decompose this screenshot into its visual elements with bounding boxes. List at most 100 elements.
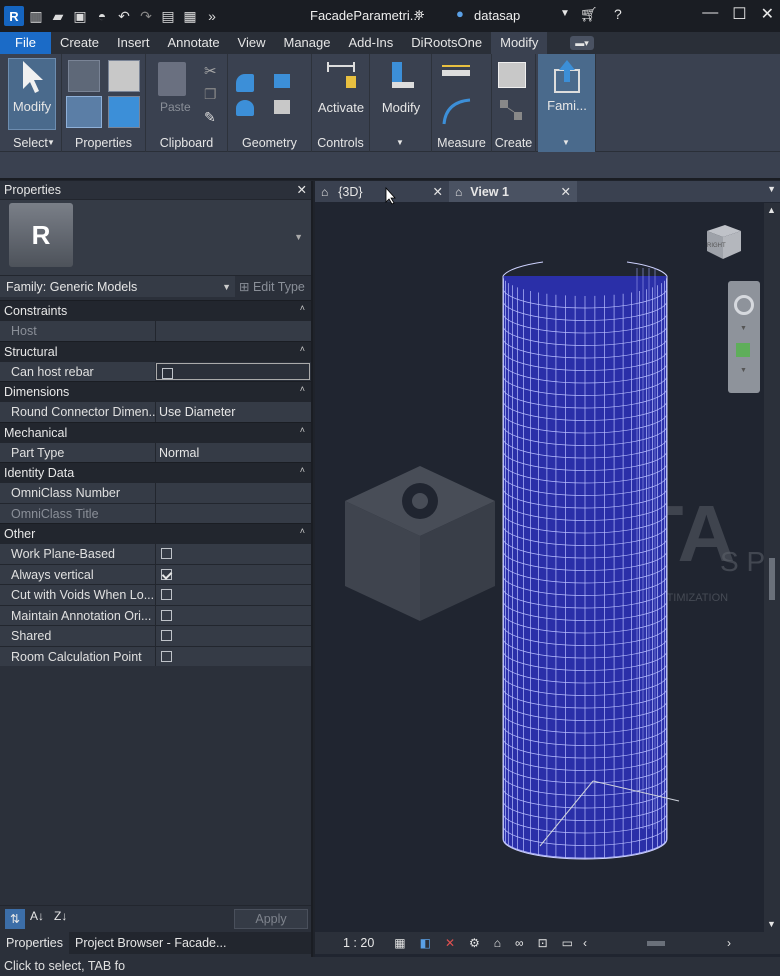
tab-overflow-icon[interactable]: ▼	[767, 184, 776, 194]
aligned-dimension-icon[interactable]	[440, 96, 476, 126]
property-value[interactable]	[155, 646, 311, 666]
view-cube[interactable]: RIGHT	[703, 221, 743, 261]
category-3[interactable]: Mechanical ˄	[0, 421, 311, 442]
close-window-icon[interactable]: ✕	[761, 4, 774, 24]
maximize-icon[interactable]: ☐	[732, 4, 746, 24]
property-row[interactable]: Round Connector Dimen... Use Diameter	[0, 401, 311, 422]
modify-dropdown-icon[interactable]: ▼	[396, 138, 404, 147]
reveal-hidden-icon[interactable]: ▭	[562, 936, 573, 950]
undo-icon[interactable]: ↶	[114, 6, 134, 26]
select-dropdown-icon[interactable]: ▼	[47, 138, 55, 147]
temporary-hide-icon[interactable]: ∞	[515, 936, 524, 950]
modify-button[interactable]: Modify	[376, 60, 426, 115]
close-tab-view1-icon[interactable]: ✕	[561, 184, 571, 199]
detail-level-icon[interactable]: ▦	[394, 936, 405, 950]
cope-icon[interactable]	[236, 74, 254, 92]
join-icon[interactable]	[236, 100, 254, 116]
property-value[interactable]	[155, 544, 311, 564]
property-checkbox[interactable]	[161, 609, 172, 621]
property-row[interactable]: Cut with Voids When Lo...	[0, 584, 311, 605]
property-row[interactable]: Maintain Annotation Ori...	[0, 604, 311, 625]
view-canvas[interactable]: DATA S P DATA, BIM & PROCESS OPTIMIZATIO…	[315, 181, 780, 957]
close-tab-3d-icon[interactable]: ✕	[433, 184, 443, 199]
property-value[interactable]	[155, 605, 311, 625]
help-icon[interactable]: ?	[614, 6, 622, 22]
match-properties-icon[interactable]: ✎	[204, 109, 216, 126]
ribbon-toggle-icon[interactable]: ▬▾	[570, 36, 594, 50]
tab-manage[interactable]: Manage	[275, 32, 340, 54]
open-icon[interactable]: ▰	[48, 6, 68, 26]
cylinder-facade-model[interactable]	[502, 261, 668, 860]
family-types-icon[interactable]	[108, 96, 140, 128]
property-value[interactable]	[155, 564, 311, 584]
minimize-icon[interactable]: —	[702, 4, 718, 24]
shadows-icon[interactable]: ⚙	[469, 936, 480, 950]
paste-icon[interactable]	[158, 62, 186, 96]
tab-add-ins[interactable]: Add-Ins	[339, 32, 402, 54]
property-value[interactable]	[155, 483, 311, 503]
sort-grouped-icon[interactable]: ⇅	[5, 909, 25, 929]
tab-insert[interactable]: Insert	[108, 32, 159, 54]
category-2[interactable]: Dimensions ˄	[0, 381, 311, 401]
type-selector[interactable]: R ▼	[0, 199, 311, 275]
cut-icon[interactable]: ✂	[204, 62, 217, 80]
wheel-dropdown-icon[interactable]: ▼	[740, 325, 747, 332]
property-value[interactable]	[156, 362, 310, 380]
tab-create[interactable]: Create	[51, 32, 108, 54]
vertical-scrollbar[interactable]: ▲ ▼	[764, 203, 780, 933]
visual-style-icon[interactable]: ◧	[420, 936, 431, 950]
family-dropdown-icon[interactable]: ▼	[562, 138, 570, 147]
copy-icon[interactable]: ❐	[204, 86, 217, 103]
more-icon[interactable]: »	[202, 6, 222, 26]
property-row[interactable]: Host	[0, 320, 311, 341]
collapse-icon[interactable]: ˄	[300, 379, 305, 399]
scroll-up-icon[interactable]: ▲	[767, 205, 776, 215]
load-into-project-button[interactable]: Fami...	[544, 60, 590, 113]
sort-descending-icon[interactable]: Z↓	[54, 909, 67, 923]
property-value[interactable]: Use Diameter	[155, 402, 311, 422]
property-row[interactable]: OmniClass Title	[0, 502, 311, 523]
tab-annotate[interactable]: Annotate	[159, 32, 229, 54]
home-icon[interactable]: ▥	[26, 6, 46, 26]
category-4[interactable]: Identity Data ˄	[0, 462, 311, 482]
tab-project-browser[interactable]: Project Browser - Facade...	[69, 932, 232, 954]
tab-view[interactable]: View	[229, 32, 275, 54]
sync-icon[interactable]: ◓	[92, 6, 112, 26]
measure-icon[interactable]	[440, 64, 476, 84]
zoom-dropdown-icon[interactable]: ▼	[740, 367, 747, 374]
tab-modify[interactable]: Modify	[491, 32, 548, 54]
property-row[interactable]: OmniClass Number	[0, 482, 311, 503]
family-dropdown-arrow-icon[interactable]: ▼	[222, 276, 231, 298]
collapse-icon[interactable]: ˄	[300, 339, 305, 359]
collapse-icon[interactable]: ˄	[300, 460, 305, 480]
type-dropdown-icon[interactable]: ▼	[294, 232, 303, 242]
horizontal-scroll-thumb[interactable]	[647, 940, 666, 946]
activate-button[interactable]: Activate	[316, 60, 366, 115]
property-row[interactable]: Shared	[0, 625, 311, 646]
tab-view-1[interactable]: ⌂ View 1 ✕	[449, 181, 577, 202]
property-row[interactable]: Room Calculation Point	[0, 645, 311, 666]
create-group-icon[interactable]	[498, 98, 526, 124]
category-0[interactable]: Constraints ˄	[0, 300, 311, 320]
scroll-down-icon[interactable]: ▼	[767, 919, 776, 929]
show-rendering-icon[interactable]: ⌂	[494, 936, 501, 950]
property-value[interactable]	[155, 321, 311, 341]
redo-icon[interactable]: ↷	[136, 6, 156, 26]
property-value[interactable]	[155, 626, 311, 646]
export-icon[interactable]: ▦	[180, 6, 200, 26]
cart-icon[interactable]: 🛒︎	[580, 6, 598, 23]
property-checkbox[interactable]	[162, 367, 173, 379]
user-name[interactable]: datasap	[474, 8, 520, 23]
property-row[interactable]: Work Plane-Based	[0, 543, 311, 564]
scroll-right-icon[interactable]: ›	[727, 936, 731, 950]
tab-properties-panel[interactable]: Properties	[0, 932, 69, 954]
property-row[interactable]: Can host rebar	[0, 360, 311, 381]
create-similar-icon[interactable]	[498, 62, 526, 88]
type-properties-icon[interactable]	[68, 60, 100, 92]
property-checkbox[interactable]	[161, 548, 172, 559]
close-properties-icon[interactable]: ✕	[297, 181, 311, 199]
apply-button[interactable]: Apply	[234, 909, 308, 929]
print-icon[interactable]: ▤	[158, 6, 178, 26]
family-category-icon[interactable]	[108, 60, 140, 92]
steering-wheel-icon[interactable]	[734, 295, 754, 315]
